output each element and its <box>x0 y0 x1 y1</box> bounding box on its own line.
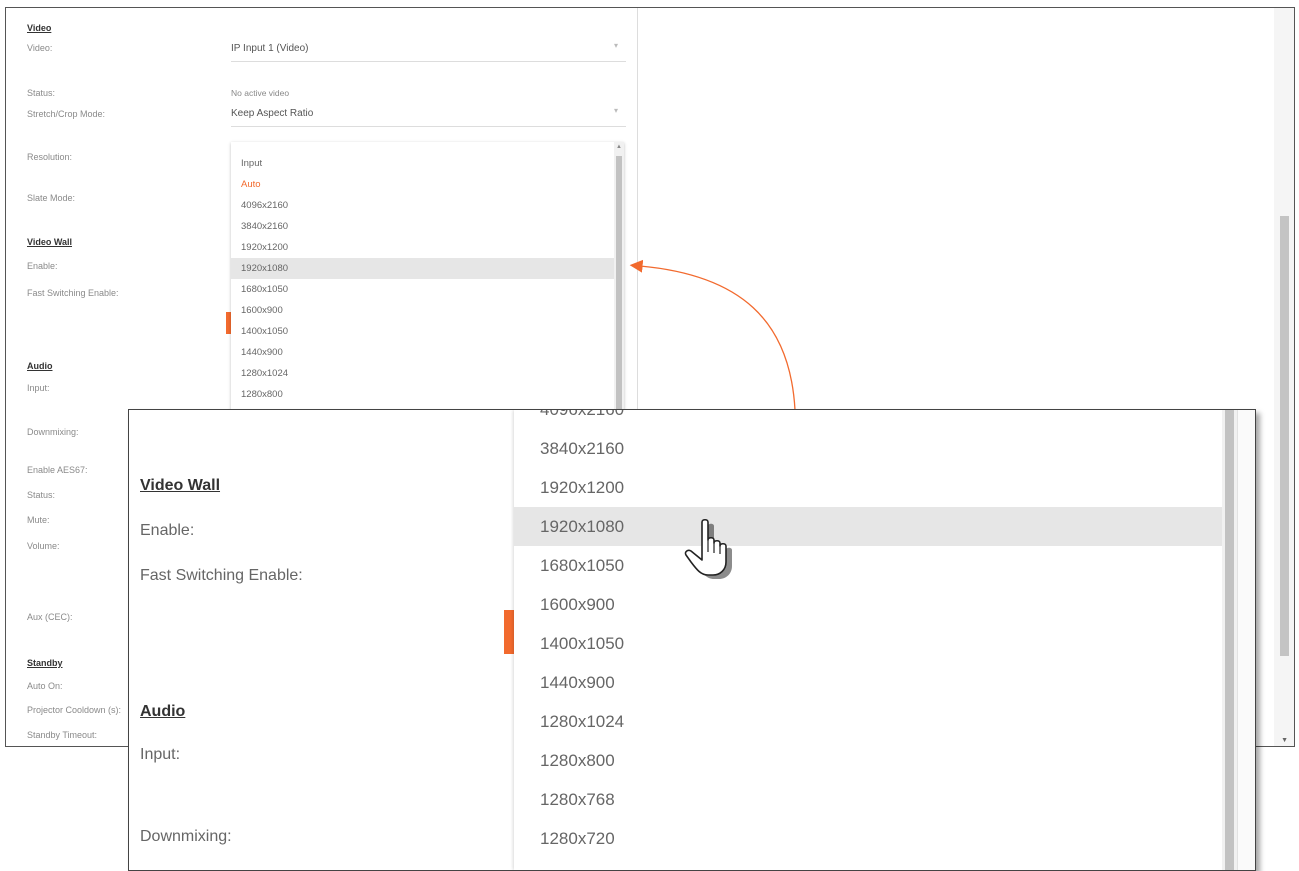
zoom-page-scrollbar[interactable] <box>1237 410 1255 870</box>
resolution-option[interactable]: 1280x1024 <box>231 363 614 384</box>
video-select-value: IP Input 1 (Video) <box>231 43 309 54</box>
zoom-resolution-option-highlighted[interactable]: 1920x1080 <box>514 507 1222 546</box>
section-video: Video <box>27 23 52 33</box>
status-value: No active video <box>231 88 290 98</box>
downmixing-label: Downmixing: <box>27 427 79 437</box>
resolution-option-highlighted[interactable]: 1920x1080 <box>231 258 614 279</box>
zoom-resolution-option[interactable]: 1280x768 <box>514 780 1222 819</box>
zoom-section-video-wall: Video Wall <box>140 477 221 494</box>
enable-label: Enable: <box>27 261 58 271</box>
dropdown-scrollbar-thumb[interactable] <box>616 156 622 422</box>
video-select[interactable]: IP Input 1 (Video) ▾ <box>231 39 626 62</box>
auto-on-label: Auto On: <box>27 681 63 691</box>
section-standby: Standby <box>27 658 63 668</box>
zoom-resolution-option[interactable]: 1400x1050 <box>514 624 1222 663</box>
zoom-resolution-option[interactable]: 1280x1024 <box>514 702 1222 741</box>
zoom-enable-label: Enable: <box>140 522 195 539</box>
resolution-label: Resolution: <box>27 152 73 162</box>
zoom-fast-switching-label: Fast Switching Enable: <box>140 567 303 584</box>
mute-label: Mute: <box>27 515 50 525</box>
resolution-option[interactable]: 1440x900 <box>231 342 614 363</box>
stretch-crop-select[interactable]: Keep Aspect Ratio ▾ <box>231 104 626 127</box>
zoom-resolution-option[interactable]: 3840x2160 <box>514 429 1222 468</box>
resolution-option[interactable]: 4096x2160 <box>231 195 614 216</box>
chevron-down-icon: ▾ <box>613 41 618 50</box>
zoom-resolution-option[interactable]: 1600x900 <box>514 585 1222 624</box>
status-label: Status: <box>27 88 56 98</box>
section-video-wall: Video Wall <box>27 237 73 247</box>
zoom-callout: Video Wall Enable: Fast Switching Enable… <box>128 409 1256 871</box>
zoom-resolution-option[interactable]: 1280x720 <box>514 819 1222 858</box>
hand-pointer-icon <box>684 518 732 579</box>
input-label: Input: <box>27 383 50 393</box>
scroll-down-arrow-icon[interactable]: ▼ <box>1281 737 1288 744</box>
resolution-option[interactable]: 1280x800 <box>231 384 614 405</box>
aux-cec-label: Aux (CEC): <box>27 612 73 622</box>
zoom-section-audio: Audio <box>140 703 186 720</box>
scroll-up-arrow-icon[interactable]: ▲ <box>616 144 622 150</box>
resolution-option[interactable]: Input <box>231 153 614 174</box>
enable-aes67-label: Enable AES67: <box>27 465 88 475</box>
zoom-resolution-options: 4096x2160 3840x2160 1920x1200 1920x1080 … <box>514 410 1222 858</box>
dropdown-scrollbar[interactable]: ▲ <box>614 142 624 422</box>
page-scrollbar[interactable]: ▼ <box>1274 8 1294 746</box>
resolution-option[interactable]: 3840x2160 <box>231 216 614 237</box>
zoom-resolution-option[interactable]: 1280x800 <box>514 741 1222 780</box>
audio-status-label: Status: <box>27 490 56 500</box>
resolution-option[interactable]: 1400x1050 <box>231 321 614 342</box>
resolution-option[interactable]: 1600x900 <box>231 300 614 321</box>
page-scrollbar-thumb[interactable] <box>1280 216 1289 656</box>
zoom-dropdown-scrollbar[interactable] <box>1222 410 1237 870</box>
resolution-option[interactable]: 1920x1200 <box>231 237 614 258</box>
volume-label: Volume: <box>27 541 60 551</box>
video-label: Video: <box>27 43 53 53</box>
zoom-resolution-option[interactable]: 1920x1200 <box>514 468 1222 507</box>
zoom-resolution-option[interactable]: 4096x2160 <box>514 410 1222 429</box>
zoom-downmixing-label: Downmixing: <box>140 828 232 845</box>
stretch-crop-label: Stretch/Crop Mode: <box>27 109 106 119</box>
projector-cooldown-label: Projector Cooldown (s): <box>27 705 122 715</box>
zoom-resolution-option[interactable]: 1680x1050 <box>514 546 1222 585</box>
resolution-option-selected[interactable]: Auto <box>231 174 614 195</box>
standby-timeout-label: Standby Timeout: <box>27 730 98 740</box>
stretch-crop-value: Keep Aspect Ratio <box>231 108 314 119</box>
resolution-option[interactable]: 1680x1050 <box>231 279 614 300</box>
zoom-resolution-dropdown[interactable]: 4096x2160 3840x2160 1920x1200 1920x1080 … <box>514 410 1237 870</box>
chevron-down-icon: ▾ <box>613 106 618 115</box>
zoom-resolution-option[interactable]: 1440x900 <box>514 663 1222 702</box>
resolution-dropdown[interactable]: Input Auto 4096x2160 3840x2160 1920x1200… <box>231 142 624 422</box>
zoom-input-label: Input: <box>140 746 181 763</box>
zoom-dropdown-scrollbar-thumb[interactable] <box>1225 410 1234 870</box>
zoom-toggle-button[interactable] <box>504 610 514 654</box>
fast-switching-label: Fast Switching Enable: <box>27 288 119 298</box>
resolution-options: Input Auto 4096x2160 3840x2160 1920x1200… <box>231 153 614 422</box>
slate-mode-label: Slate Mode: <box>27 193 76 203</box>
section-audio: Audio <box>27 361 53 371</box>
